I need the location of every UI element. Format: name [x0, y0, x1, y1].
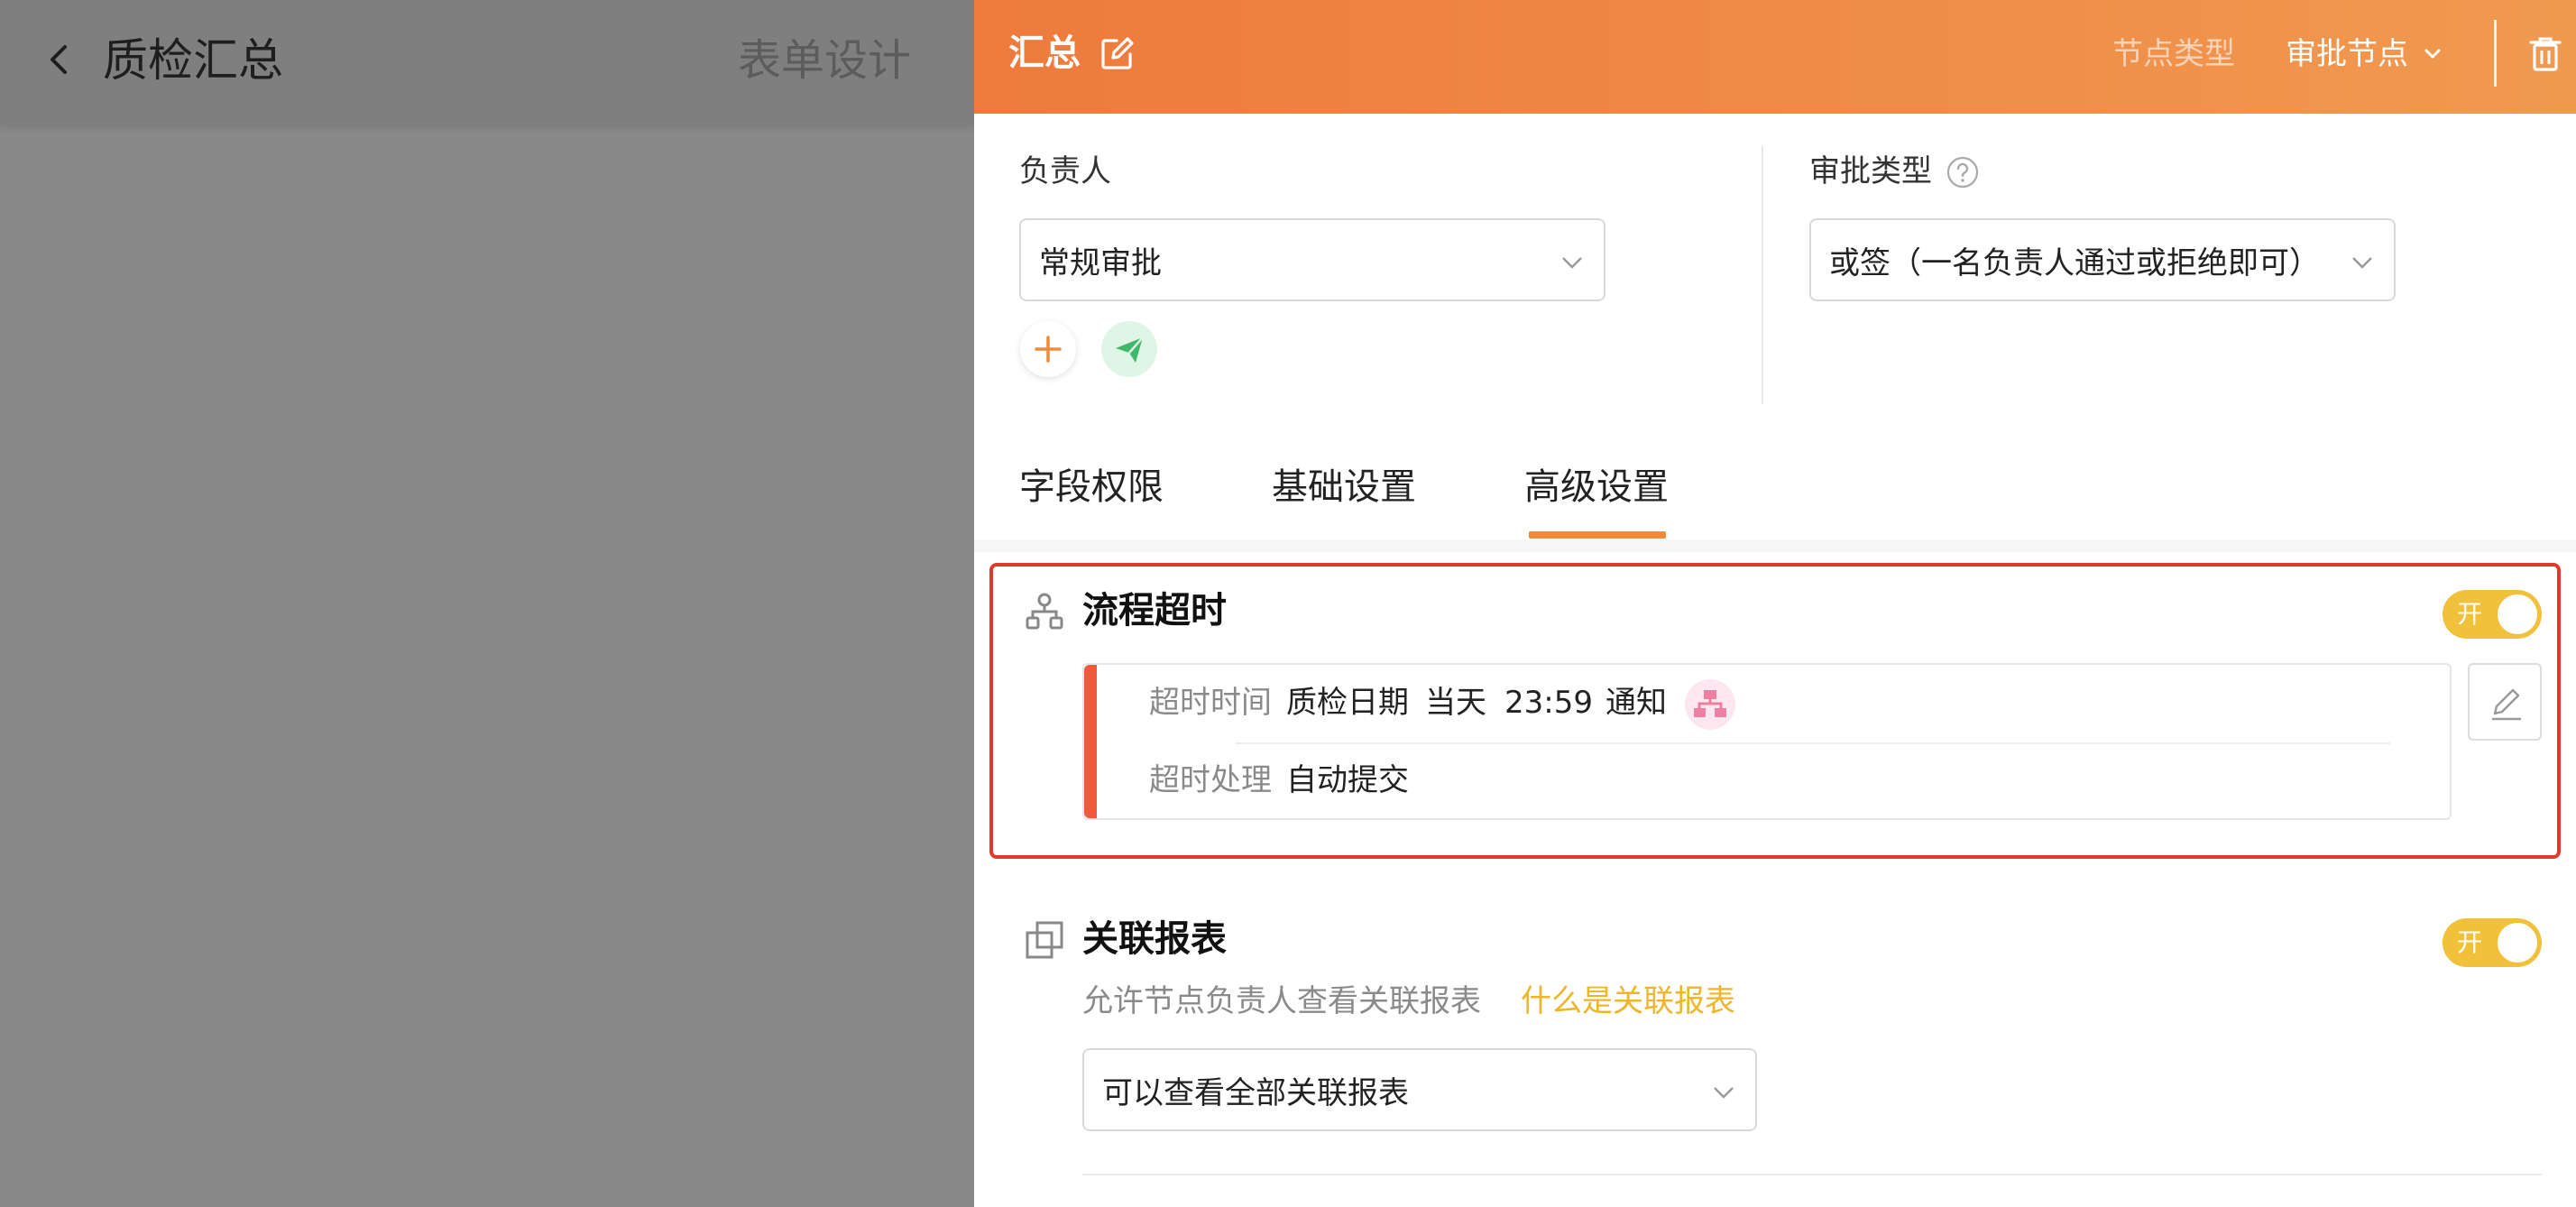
trash-icon[interactable] — [2529, 36, 2562, 72]
tabs-divider — [974, 539, 2576, 552]
header-divider — [2494, 20, 2497, 87]
send-button[interactable] — [1101, 321, 1157, 377]
edit-timeout-button[interactable] — [2468, 663, 2542, 741]
edit-icon[interactable] — [1099, 36, 1135, 72]
node-settings-drawer: 汇总 节点类型 审批节点 负责人 常规审批 审批类型 或签（一名负责人通过或拒绝… — [974, 0, 2576, 1207]
help-icon[interactable] — [1946, 155, 1980, 189]
timeout-notify-label: 通知 — [1605, 685, 1667, 721]
timeout-toggle[interactable]: 开 — [2443, 590, 2542, 639]
tab-basic-settings[interactable]: 基础设置 — [1272, 460, 1416, 514]
timeout-time-label: 超时时间 — [1149, 685, 1272, 721]
add-assignee-button[interactable] — [1020, 321, 1076, 377]
assignee-select[interactable]: 常规审批 — [1019, 218, 1605, 301]
page-header: 质检汇总 表单设计 — [0, 0, 974, 126]
toggle-text: 开 — [2457, 599, 2483, 629]
chevron-down-icon — [1714, 1087, 1734, 1099]
timeout-handle-label: 超时处理 — [1149, 762, 1272, 798]
node-type-dropdown[interactable]: 审批节点 — [2286, 32, 2443, 76]
section-divider — [1082, 1174, 2542, 1175]
org-chart-icon — [1026, 593, 1063, 630]
card-accent-bar — [1084, 665, 1097, 818]
linked-reports-select-value: 可以查看全部关联报表 — [1102, 1074, 1409, 1111]
linked-reports-select[interactable]: 可以查看全部关联报表 — [1082, 1048, 1757, 1131]
card-separator — [1236, 742, 2390, 744]
tab-field-permissions[interactable]: 字段权限 — [1019, 460, 1164, 514]
copy-icon — [1026, 921, 1063, 959]
toggle-text: 开 — [2457, 927, 2483, 957]
assignee-select-value: 常规审批 — [1039, 244, 1162, 281]
tab-advanced-settings[interactable]: 高级设置 — [1524, 460, 1669, 514]
node-type-label: 节点类型 — [2112, 36, 2235, 72]
approval-type-select-value: 或签（一名负责人通过或拒绝即可） — [1829, 244, 2320, 281]
chevron-down-icon — [2352, 257, 2372, 269]
toggle-knob — [2498, 923, 2537, 963]
approval-type-select[interactable]: 或签（一名负责人通过或拒绝即可） — [1809, 218, 2396, 301]
node-type-value: 审批节点 — [2286, 36, 2408, 72]
timeout-time-clock: 23:59 — [1504, 685, 1593, 721]
back-arrow-icon[interactable] — [40, 40, 79, 79]
timeout-title: 流程超时 — [1082, 590, 1227, 631]
linked-reports-toggle[interactable]: 开 — [2443, 918, 2542, 967]
plus-icon — [1035, 336, 1062, 363]
node-title: 汇总 — [1008, 32, 1081, 74]
org-structure-icon — [1694, 690, 1726, 717]
linked-reports-description: 允许节点负责人查看关联报表 — [1082, 983, 1481, 1019]
active-tab-indicator — [1529, 531, 1666, 539]
timeout-rule-card: 超时时间 质检日期 当天 23:59 通知 超时处理 自动提交 — [1082, 663, 2452, 820]
linked-reports-help-link[interactable]: 什么是关联报表 — [1521, 980, 1735, 1023]
form-design-tab[interactable]: 表单设计 — [738, 27, 911, 94]
assignee-label: 负责人 — [1019, 153, 1111, 189]
timeout-handle-value: 自动提交 — [1286, 762, 1409, 798]
approval-type-label: 审批类型 — [1809, 153, 1932, 189]
timeout-time-day: 当天 — [1425, 685, 1486, 721]
chevron-down-icon — [2424, 49, 2441, 59]
pencil-icon — [2491, 688, 2522, 721]
linked-reports-title: 关联报表 — [1082, 918, 1227, 960]
chevron-down-icon — [1562, 257, 1582, 269]
drawer-header: 汇总 节点类型 审批节点 — [974, 0, 2576, 114]
toggle-knob — [2498, 594, 2537, 634]
timeout-time-field: 质检日期 — [1286, 685, 1409, 721]
paper-plane-icon — [1116, 336, 1144, 363]
notify-recipient-badge — [1685, 679, 1735, 730]
page-title: 质检汇总 — [103, 34, 283, 87]
column-divider — [1762, 146, 1763, 404]
